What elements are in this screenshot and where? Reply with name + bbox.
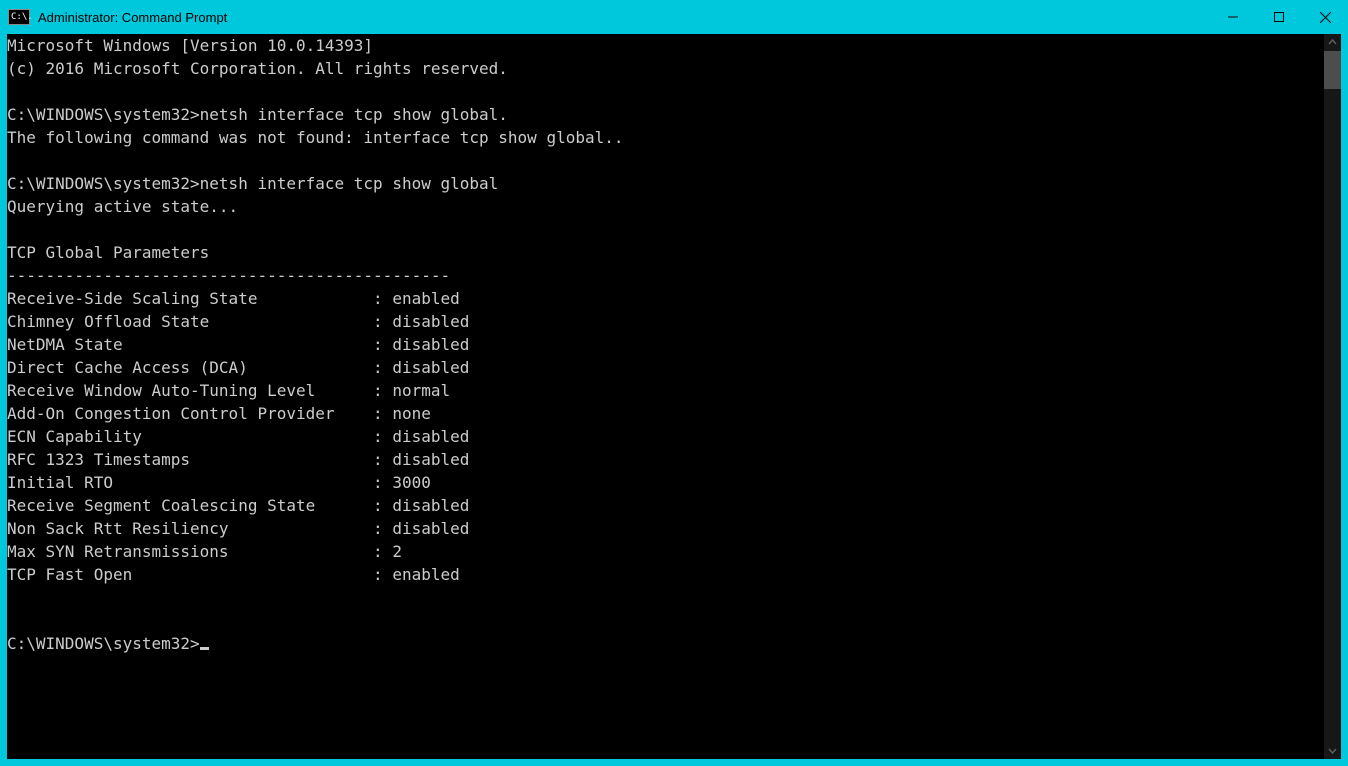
prompt: C:\WINDOWS\system32> bbox=[7, 634, 200, 653]
scrollbar-thumb[interactable] bbox=[1324, 51, 1341, 89]
command-prompt-window: C:\. Administrator: Command Prompt Micro… bbox=[0, 0, 1348, 766]
titlebar[interactable]: C:\. Administrator: Command Prompt bbox=[0, 0, 1348, 34]
client-area-wrap: Microsoft Windows [Version 10.0.14393] (… bbox=[0, 34, 1348, 766]
scrollbar-down-arrow-icon[interactable] bbox=[1324, 742, 1341, 759]
app-icon: C:\. bbox=[8, 9, 30, 25]
minimize-button[interactable] bbox=[1210, 0, 1256, 34]
maximize-button[interactable] bbox=[1256, 0, 1302, 34]
vertical-scrollbar[interactable] bbox=[1324, 34, 1341, 759]
scrollbar-up-arrow-icon[interactable] bbox=[1324, 34, 1341, 51]
window-controls bbox=[1210, 0, 1348, 34]
window-title: Administrator: Command Prompt bbox=[36, 10, 1210, 25]
cursor bbox=[200, 647, 209, 650]
scrollbar-track[interactable] bbox=[1324, 51, 1341, 742]
close-button[interactable] bbox=[1302, 0, 1348, 34]
terminal-client-area[interactable]: Microsoft Windows [Version 10.0.14393] (… bbox=[7, 34, 1324, 759]
